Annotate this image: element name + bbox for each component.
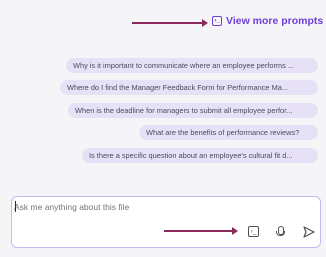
suggestion-chip[interactable]: Is there a specific question about an em… — [82, 148, 318, 163]
suggestion-chip[interactable]: Why is it important to communicate where… — [66, 58, 318, 73]
prompt-library-button[interactable]: ›_ — [248, 226, 259, 237]
view-more-prompts-link[interactable]: ›_ View more prompts — [212, 15, 323, 27]
chat-input-box: ›_ — [11, 196, 321, 248]
send-button[interactable] — [303, 226, 315, 238]
send-icon — [303, 226, 315, 238]
suggestion-chip[interactable]: When is the deadline for managers to sub… — [68, 103, 318, 118]
prompt-icon: ›_ — [212, 16, 222, 26]
arrow-right-icon — [164, 227, 238, 235]
chat-input[interactable] — [14, 202, 264, 212]
prompt-icon: ›_ — [250, 228, 257, 235]
arrow-right-icon — [132, 19, 208, 27]
suggestion-chip[interactable]: What are the benefits of performance rev… — [139, 125, 318, 140]
microphone-button[interactable] — [276, 226, 285, 240]
text-caret — [15, 201, 16, 212]
suggestion-chip[interactable]: Where do I find the Manager Feedback For… — [60, 80, 318, 95]
view-more-prompts-label: View more prompts — [226, 15, 324, 27]
